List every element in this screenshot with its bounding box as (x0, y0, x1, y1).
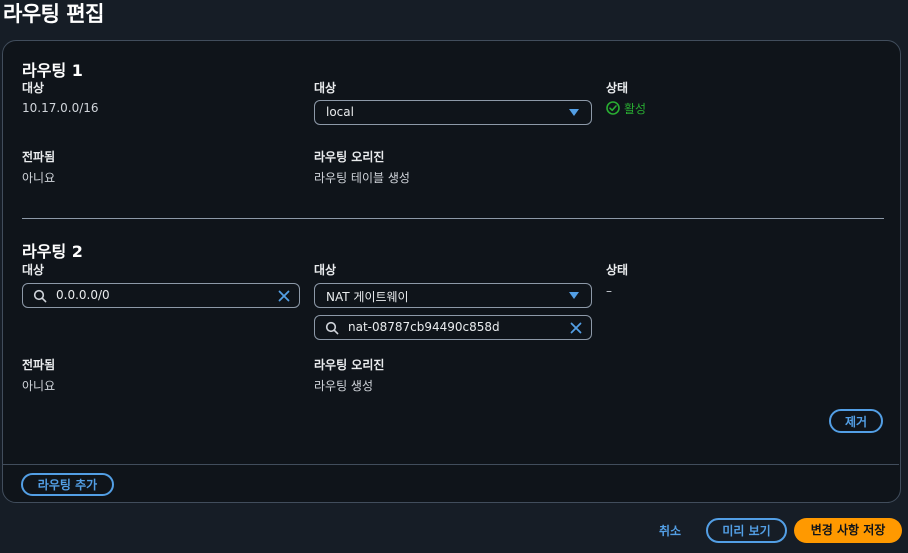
route-2-target-search-value: nat-08787cb94490c858d (348, 320, 500, 334)
search-icon (33, 289, 47, 303)
clear-icon[interactable] (277, 289, 291, 303)
check-circle-icon (606, 101, 620, 115)
save-changes-button[interactable]: 변경 사항 저장 (794, 518, 902, 543)
routes-panel: 라우팅 1 대상 10.17.0.0/16 대상 local 상태 활성 전파됨… (2, 40, 901, 503)
route-2-status-label: 상태 (606, 263, 629, 277)
route-1-origin-label: 라우팅 오리진 (314, 150, 385, 164)
route-1-origin-value: 라우팅 테이블 생성 (314, 171, 410, 185)
route-2-target-search[interactable]: nat-08787cb94490c858d (314, 315, 592, 340)
route-1-propagated-label: 전파됨 (22, 150, 56, 164)
route-1-destination-label: 대상 (22, 81, 45, 95)
route-2-title: 라우팅 2 (22, 242, 83, 261)
route-1-title: 라우팅 1 (22, 61, 83, 80)
route-1-target-label: 대상 (314, 81, 337, 95)
panel-footer-divider (2, 464, 899, 465)
route-1-status-label: 상태 (606, 81, 629, 95)
route-2-propagated-value: 아니요 (22, 379, 56, 393)
route-1-destination-value: 10.17.0.0/16 (22, 101, 99, 115)
caret-down-icon (569, 109, 579, 116)
cancel-button[interactable]: 취소 (659, 522, 681, 539)
route-2-target-select[interactable]: NAT 게이트웨이 (314, 283, 592, 308)
route-2-target-label: 대상 (314, 263, 337, 277)
route-1-target-select-value: local (326, 105, 354, 119)
route-2-destination-label: 대상 (22, 263, 45, 277)
route-1-target-select[interactable]: local (314, 100, 592, 125)
route-2-origin-label: 라우팅 오리진 (314, 358, 385, 372)
remove-route-button[interactable]: 제거 (829, 409, 883, 433)
route-1-propagated-value: 아니요 (22, 171, 56, 185)
route-1-status-value: 활성 (624, 102, 647, 116)
route-2-destination-input-value: 0.0.0.0/0 (56, 288, 110, 302)
clear-icon[interactable] (569, 321, 583, 335)
preview-button[interactable]: 미리 보기 (706, 518, 787, 543)
route-divider (22, 218, 884, 219)
caret-down-icon (569, 292, 579, 299)
route-2-origin-value: 라우팅 생성 (314, 379, 374, 393)
route-2-status-value: – (606, 284, 612, 298)
route-2-destination-input[interactable]: 0.0.0.0/0 (22, 283, 300, 308)
add-route-button[interactable]: 라우팅 추가 (21, 473, 114, 496)
search-icon (325, 321, 339, 335)
route-2-propagated-label: 전파됨 (22, 358, 56, 372)
page-title: 라우팅 편집 (3, 2, 104, 26)
route-2-target-select-value: NAT 게이트웨이 (326, 290, 409, 304)
